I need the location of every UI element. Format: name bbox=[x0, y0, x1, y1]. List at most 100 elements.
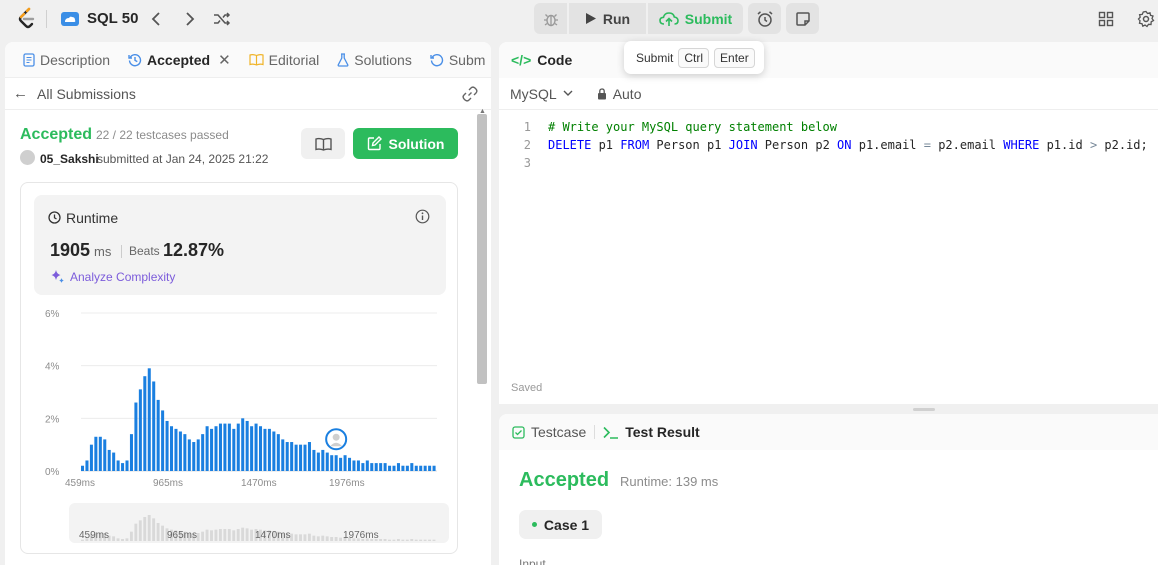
overview-bar bbox=[121, 539, 124, 541]
overview-bar bbox=[161, 525, 164, 541]
overview-bar bbox=[379, 539, 383, 541]
layout-grid-icon bbox=[1098, 11, 1114, 27]
result-header: Testcase Test Result bbox=[499, 414, 1158, 450]
run-button[interactable]: Run bbox=[569, 3, 646, 34]
chevron-down-icon[interactable] bbox=[563, 90, 573, 97]
chart-bar bbox=[276, 434, 280, 471]
tab-label: Editorial bbox=[268, 51, 320, 68]
code-editor[interactable]: 1 # Write your MySQL query statement bel… bbox=[499, 118, 1158, 172]
solution-button[interactable]: Solution bbox=[353, 128, 458, 159]
overview-bar bbox=[147, 515, 151, 541]
code-line: 1 # Write your MySQL query statement bel… bbox=[499, 118, 1158, 136]
avatar[interactable] bbox=[20, 150, 35, 165]
chart-bar bbox=[272, 431, 276, 471]
chart-bar bbox=[379, 463, 383, 471]
tab-testcase[interactable]: Testcase bbox=[512, 424, 586, 440]
chart-bar bbox=[218, 423, 222, 471]
info-icon[interactable] bbox=[415, 209, 430, 227]
next-problem-button[interactable] bbox=[179, 8, 201, 30]
overview-bar bbox=[392, 539, 396, 541]
keyword: JOIN bbox=[728, 138, 758, 152]
link-icon[interactable] bbox=[461, 85, 479, 106]
book-open-icon bbox=[249, 54, 264, 66]
chart-bar bbox=[285, 442, 289, 471]
chart-bar bbox=[94, 436, 98, 471]
settings-button[interactable] bbox=[1136, 9, 1156, 29]
panel-resize-handle[interactable] bbox=[913, 408, 935, 411]
code-token: Person p2 bbox=[757, 138, 838, 152]
chart-bar bbox=[356, 460, 360, 471]
tab-solutions[interactable]: Solutions bbox=[331, 52, 418, 68]
submit-button[interactable]: Submit bbox=[648, 3, 743, 34]
chart-bar bbox=[410, 463, 414, 471]
tab-description[interactable]: Description bbox=[17, 52, 116, 68]
case-tab-1[interactable]: Case 1 bbox=[519, 510, 602, 539]
chart-bar bbox=[428, 465, 432, 471]
overview-bar bbox=[428, 539, 431, 541]
result-status: Accepted bbox=[519, 469, 610, 491]
chart-bar bbox=[125, 460, 129, 471]
gear-icon bbox=[1137, 10, 1155, 28]
clock-icon bbox=[48, 211, 61, 227]
code-token: Person p1 bbox=[649, 138, 729, 152]
leetcode-logo-icon[interactable] bbox=[14, 6, 40, 32]
tab-accepted[interactable]: Accepted ✕ bbox=[122, 51, 237, 69]
author-name[interactable]: 05_Sakshi bbox=[40, 152, 99, 166]
top-bar: SQL 50 Run Submit bbox=[0, 0, 1158, 38]
submission-status: Accepted bbox=[20, 126, 93, 143]
random-problem-button[interactable] bbox=[211, 8, 233, 30]
chart-bar bbox=[107, 449, 111, 471]
runtime-box[interactable]: Runtime 1905 ms Beats 12.87% Analyze Com… bbox=[34, 195, 446, 295]
problem-list-title[interactable]: SQL 50 bbox=[87, 10, 138, 27]
chart-bar bbox=[334, 455, 338, 471]
overview-bar bbox=[432, 539, 436, 541]
timer-button[interactable] bbox=[748, 3, 781, 34]
notebook-button[interactable] bbox=[301, 128, 345, 159]
overview-bar bbox=[232, 530, 236, 541]
chart-bar bbox=[103, 439, 107, 471]
tab-editorial[interactable]: Editorial bbox=[243, 52, 326, 68]
language-select[interactable]: MySQL bbox=[510, 86, 557, 102]
tab-test-result[interactable]: Test Result bbox=[603, 424, 700, 440]
status-dot bbox=[531, 522, 537, 527]
layout-button[interactable] bbox=[1096, 9, 1116, 29]
sparkle-icon bbox=[50, 269, 65, 287]
chart-bar bbox=[370, 463, 374, 471]
submitted-time: submitted at Jan 24, 2025 21:22 bbox=[97, 152, 269, 166]
runtime-distribution-chart[interactable]: 6% 4% 2% 0% 459ms 965ms 1470ms 1976ms 459ms 965ms… bbox=[21, 303, 459, 553]
chart-bar bbox=[432, 465, 436, 471]
prev-problem-button[interactable] bbox=[145, 8, 167, 30]
chart-bar bbox=[129, 434, 133, 471]
chart-bar bbox=[299, 444, 303, 471]
y-tick-label: 2% bbox=[45, 414, 60, 425]
notes-button[interactable] bbox=[786, 3, 819, 34]
tab-submissions[interactable]: Subm bbox=[424, 52, 491, 68]
cloud-list-icon[interactable] bbox=[60, 9, 80, 29]
chart-bar bbox=[170, 426, 174, 471]
book-open-icon bbox=[314, 137, 332, 151]
overview-x-tick-label: 965ms bbox=[167, 530, 197, 541]
scrollbar[interactable] bbox=[477, 114, 487, 384]
line-number: 3 bbox=[523, 156, 531, 170]
chart-bar bbox=[143, 376, 147, 471]
document-icon bbox=[23, 52, 35, 67]
chart-bar bbox=[423, 465, 427, 471]
code-header: </> Code bbox=[499, 42, 1158, 78]
analyze-complexity-link[interactable]: Analyze Complexity bbox=[70, 270, 175, 284]
chart-bar bbox=[307, 442, 311, 471]
code-header-title: Code bbox=[537, 52, 573, 68]
autocomplete-mode[interactable]: Auto bbox=[613, 86, 642, 102]
arrow-left-icon[interactable]: ← bbox=[13, 85, 28, 102]
chart-bar bbox=[81, 465, 85, 471]
y-tick-label: 6% bbox=[45, 309, 60, 320]
chevron-right-icon bbox=[186, 12, 195, 26]
chart-bar bbox=[174, 428, 178, 471]
close-icon[interactable]: ✕ bbox=[218, 51, 231, 69]
chart-bar bbox=[98, 436, 102, 471]
avatar-head bbox=[332, 433, 340, 441]
run-label: Run bbox=[602, 10, 631, 27]
debug-button[interactable] bbox=[534, 3, 567, 34]
line-number: 1 bbox=[523, 120, 531, 134]
runtime-card: Runtime 1905 ms Beats 12.87% Analyze Com… bbox=[20, 182, 458, 554]
all-submissions-link[interactable]: All Submissions bbox=[37, 86, 136, 102]
